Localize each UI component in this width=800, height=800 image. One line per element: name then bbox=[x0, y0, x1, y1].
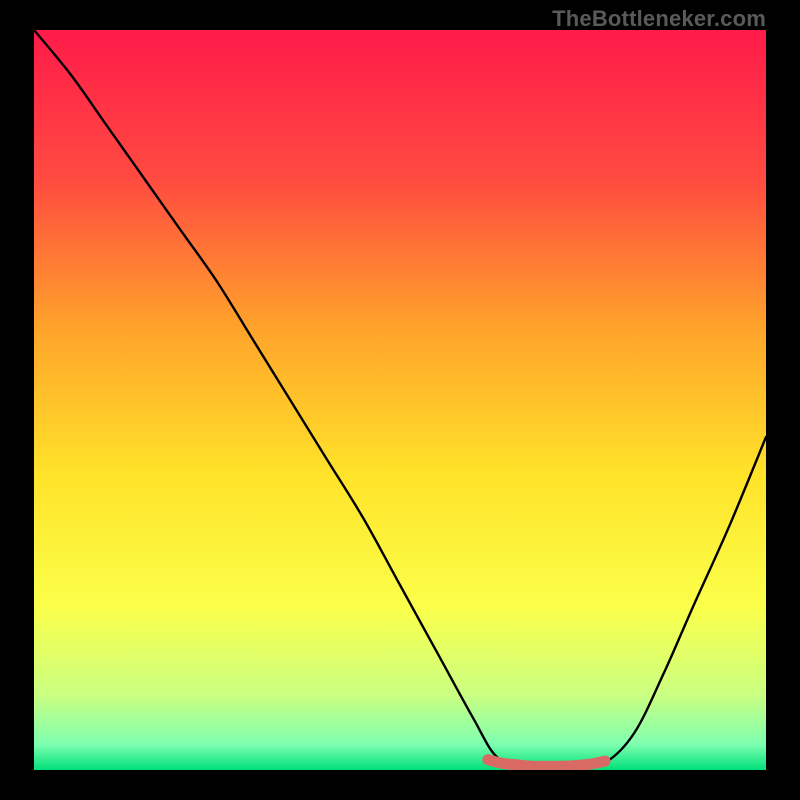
watermark-text: TheBottleneker.com bbox=[552, 6, 766, 32]
chart-frame: TheBottleneker.com bbox=[0, 0, 800, 800]
plot-area bbox=[34, 30, 766, 770]
gradient-background bbox=[34, 30, 766, 770]
chart-svg bbox=[34, 30, 766, 770]
